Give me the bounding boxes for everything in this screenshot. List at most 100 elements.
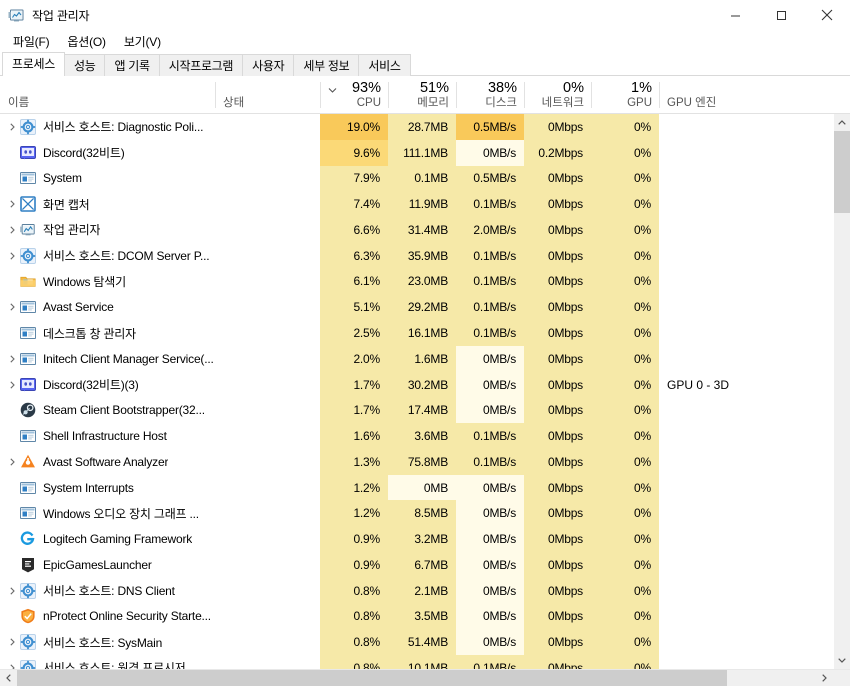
table-row[interactable]: 서비스 호스트: 원격 프로시저 0.8% 10.1MB 0.1MB/s 0Mbps 0%	[0, 655, 833, 669]
table-row[interactable]: Windows 오디오 장치 그래프 ... 1.2% 8.5MB 0MB/s 0Mbp…	[0, 500, 833, 527]
column-header-name[interactable]: 이름	[0, 76, 215, 113]
process-name-cell[interactable]: 화면 캡처	[0, 191, 215, 218]
table-row[interactable]: Logitech Gaming Framework 0.9% 3.2MB 0MB/s 0…	[0, 526, 833, 553]
menu-bar: 파일(F) 옵션(O) 보기(V)	[0, 30, 850, 52]
table-row[interactable]: Initech Client Manager Service(... 2.0% 1.…	[0, 345, 833, 372]
expand-chevron-icon[interactable]	[4, 587, 20, 595]
horizontal-scrollbar[interactable]	[0, 669, 850, 686]
process-name-cell[interactable]: Avast Software Analyzer	[0, 448, 215, 475]
column-header-gpu-label: GPU	[627, 97, 652, 109]
process-name-cell[interactable]: 서비스 호스트: DNS Client	[0, 577, 215, 604]
expand-chevron-icon[interactable]	[4, 458, 20, 466]
table-row[interactable]: 서비스 호스트: DCOM Server P... 6.3% 35.9MB 0.1MB…	[0, 242, 833, 269]
table-row[interactable]: Shell Infrastructure Host 1.6% 3.6MB 0.1MB/…	[0, 423, 833, 449]
process-disk-cell: 0.5MB/s	[456, 114, 524, 140]
tab-2[interactable]: 앱 기록	[104, 54, 160, 76]
process-network-cell: 0Mbps	[524, 526, 591, 553]
system-window-icon	[20, 480, 36, 496]
table-row[interactable]: 서비스 호스트: DNS Client 0.8% 2.1MB 0MB/s 0Mbps 0%	[0, 577, 833, 604]
close-button[interactable]	[804, 0, 850, 30]
process-memory-cell: 2.1MB	[388, 577, 456, 604]
maximize-button[interactable]	[758, 0, 804, 30]
menu-item-1[interactable]: 옵션(O)	[59, 31, 113, 52]
table-row[interactable]: Avast Service 5.1% 29.2MB 0.1MB/s 0Mbps 0%	[0, 294, 833, 321]
vertical-scroll-thumb[interactable]	[834, 131, 850, 213]
process-name-cell[interactable]: Discord(32비트)(3)	[0, 371, 215, 398]
expand-chevron-icon[interactable]	[4, 226, 20, 234]
table-row[interactable]: 서비스 호스트: Diagnostic Poli... 19.0% 28.7MB 0.…	[0, 114, 833, 140]
minimize-button[interactable]	[712, 0, 758, 30]
menu-item-2[interactable]: 보기(V)	[116, 31, 169, 52]
column-header-cpu[interactable]: 93% CPU	[320, 76, 388, 113]
task-manager-window: 작업 관리자 파일(F) 옵션(O) 보기(V) 프로세스 성능 앱 기록 시작프로그램 사…	[0, 0, 850, 686]
expand-chevron-icon[interactable]	[4, 638, 20, 646]
horizontal-scroll-track[interactable]	[17, 670, 816, 686]
process-network-cell: 0Mbps	[524, 320, 591, 346]
menu-item-0[interactable]: 파일(F)	[5, 31, 57, 52]
process-name-cell[interactable]: Steam Client Bootstrapper(32...	[0, 397, 215, 424]
table-row[interactable]: Windows 탐색기 6.1% 23.0MB 0.1MB/s 0Mbps 0%	[0, 268, 833, 295]
process-name-cell[interactable]: Initech Client Manager Service(...	[0, 345, 215, 372]
table-row[interactable]: System Interrupts 1.2% 0MB 0MB/s 0Mbps 0%	[0, 474, 833, 501]
table-row[interactable]: 작업 관리자 6.6% 31.4MB 2.0MB/s 0Mbps 0%	[0, 217, 833, 243]
process-name-cell[interactable]: Shell Infrastructure Host	[0, 423, 215, 449]
vertical-scrollbar[interactable]	[833, 114, 850, 669]
tab-0[interactable]: 프로세스	[2, 52, 65, 77]
process-name-cell[interactable]: 서비스 호스트: 원격 프로시저	[0, 655, 215, 669]
table-row[interactable]: nProtect Online Security Starte... 0.8% 3.…	[0, 603, 833, 630]
column-header-gpu[interactable]: 1% GPU	[591, 76, 659, 113]
process-name-cell[interactable]: System Interrupts	[0, 474, 215, 501]
tab-6[interactable]: 서비스	[358, 54, 411, 76]
tab-5[interactable]: 세부 정보	[293, 54, 360, 76]
expand-chevron-icon[interactable]	[4, 380, 20, 389]
process-gpu-cell: 0%	[591, 371, 659, 398]
process-disk-cell: 0.1MB/s	[456, 423, 524, 449]
expand-chevron-icon[interactable]	[4, 200, 20, 208]
table-row[interactable]: Avast Software Analyzer 1.3% 75.8MB 0.1MB/s…	[0, 448, 833, 475]
process-name-cell[interactable]: 서비스 호스트: DCOM Server P...	[0, 242, 215, 269]
process-name-cell[interactable]: Avast Service	[0, 294, 215, 321]
expand-chevron-icon[interactable]	[4, 252, 20, 260]
column-header-memory[interactable]: 51% 메모리	[388, 76, 456, 113]
tab-1[interactable]: 성능	[63, 54, 106, 76]
process-name-cell[interactable]: 작업 관리자	[0, 217, 215, 243]
expand-chevron-icon[interactable]	[4, 123, 20, 131]
table-row[interactable]: Steam Client Bootstrapper(32... 1.7% 17.4M…	[0, 397, 833, 424]
table-row[interactable]: System 7.9% 0.1MB 0.5MB/s 0Mbps 0%	[0, 165, 833, 192]
scroll-down-button[interactable]	[834, 652, 850, 669]
scroll-left-button[interactable]	[0, 670, 17, 686]
process-name-cell[interactable]: Discord(32비트)	[0, 139, 215, 166]
tab-3[interactable]: 시작프로그램	[158, 54, 244, 76]
table-row[interactable]: 서비스 호스트: SysMain 0.8% 51.4MB 0MB/s 0Mbps 0%	[0, 629, 833, 656]
process-name-cell[interactable]: 서비스 호스트: Diagnostic Poli...	[0, 114, 215, 140]
process-table-body: 서비스 호스트: Diagnostic Poli... 19.0% 28.7MB 0.…	[0, 114, 850, 669]
scroll-up-button[interactable]	[834, 114, 850, 131]
process-network-cell: 0Mbps	[524, 397, 591, 424]
horizontal-scroll-thumb[interactable]	[17, 670, 727, 686]
table-row[interactable]: EpicGamesLauncher 0.9% 6.7MB 0MB/s 0Mbps 0%	[0, 552, 833, 578]
process-name-cell[interactable]: System	[0, 165, 215, 192]
table-row[interactable]: Discord(32비트)(3) 1.7% 30.2MB 0MB/s 0Mbps 0% GP…	[0, 371, 833, 398]
column-header-status[interactable]: 상태	[215, 76, 320, 113]
process-memory-cell: 16.1MB	[388, 320, 456, 346]
table-row[interactable]: 화면 캡처 7.4% 11.9MB 0.1MB/s 0Mbps 0%	[0, 191, 833, 218]
tab-4[interactable]: 사용자	[242, 54, 295, 76]
column-header-gpu-engine[interactable]: GPU 엔진	[659, 76, 833, 113]
column-header-disk[interactable]: 38% 디스크	[456, 76, 524, 113]
process-name-cell[interactable]: EpicGamesLauncher	[0, 552, 215, 578]
expand-chevron-icon[interactable]	[4, 303, 20, 311]
process-name-cell[interactable]: Windows 탐색기	[0, 268, 215, 295]
column-header-disk-label: 디스크	[485, 97, 517, 109]
process-name-cell[interactable]: 데스크톱 창 관리자	[0, 320, 215, 346]
process-name-cell[interactable]: Logitech Gaming Framework	[0, 526, 215, 553]
column-header-network[interactable]: 0% 네트워크	[524, 76, 591, 113]
table-row[interactable]: 데스크톱 창 관리자 2.5% 16.1MB 0.1MB/s 0Mbps 0%	[0, 320, 833, 346]
vertical-scroll-track[interactable]	[834, 131, 850, 652]
expand-chevron-icon[interactable]	[4, 355, 20, 363]
scroll-right-button[interactable]	[816, 670, 833, 686]
process-cpu-cell: 1.2%	[320, 474, 388, 501]
process-name-cell[interactable]: Windows 오디오 장치 그래프 ...	[0, 500, 215, 527]
table-row[interactable]: Discord(32비트) 9.6% 111.1MB 0MB/s 0.2Mbps 0%	[0, 139, 833, 166]
process-name-cell[interactable]: 서비스 호스트: SysMain	[0, 629, 215, 656]
process-name-cell[interactable]: nProtect Online Security Starte...	[0, 603, 215, 630]
